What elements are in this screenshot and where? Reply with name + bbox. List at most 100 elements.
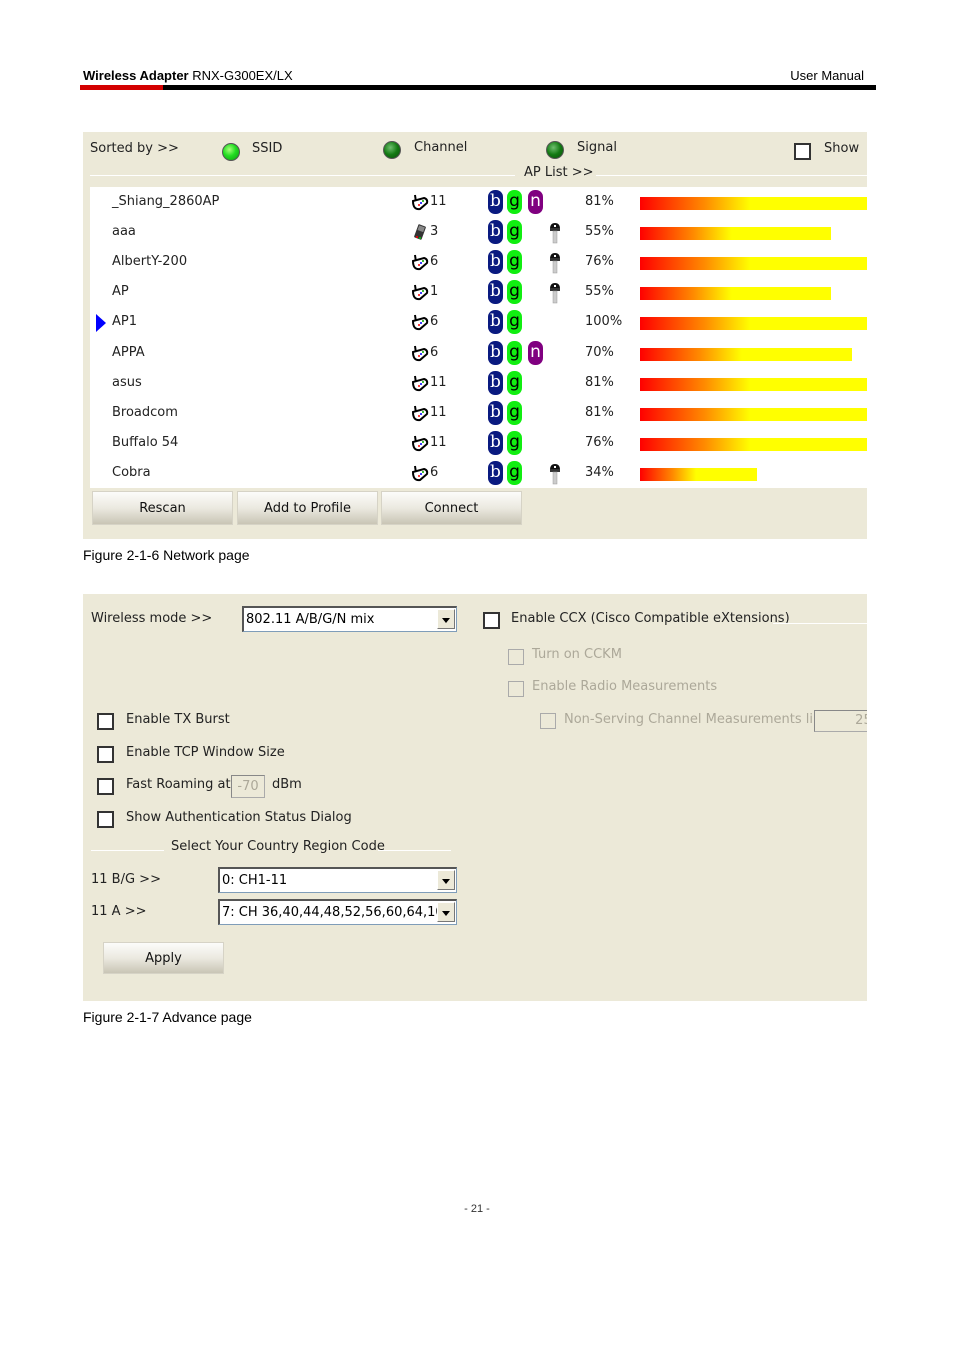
turn-on-cckm-checkbox[interactable]: [508, 649, 524, 665]
fast-roaming-unit: dBm: [272, 777, 302, 792]
wireless-mode-label: Wireless mode >>: [91, 611, 213, 626]
router-icon: [411, 194, 429, 211]
key-icon: [550, 463, 560, 485]
non-serving-limit-input[interactable]: 250: [814, 710, 867, 732]
sort-ssid-radio[interactable]: [222, 143, 240, 161]
auth-status-checkbox[interactable]: [97, 811, 114, 828]
bg-region-label: 11 B/G >>: [91, 872, 161, 887]
header-accent: [80, 85, 163, 90]
sort-ssid-label: SSID: [252, 141, 283, 156]
mode-n-icon: n: [528, 340, 543, 365]
sorted-by-label: Sorted by >>: [90, 141, 179, 156]
radio-measurements-checkbox[interactable]: [508, 681, 524, 697]
ap-list-divider-right: [596, 175, 867, 176]
product-name: Wireless Adapter: [83, 68, 189, 83]
ap-signal-percent: 81%: [585, 404, 614, 420]
chevron-down-icon[interactable]: [437, 609, 455, 629]
ap-list-row[interactable]: asus 11 b g 81%: [90, 368, 867, 398]
chevron-down-icon[interactable]: [437, 902, 455, 922]
mode-b-icon: b: [488, 250, 503, 275]
mode-b-icon: b: [488, 190, 503, 214]
ap-channel: 6: [430, 344, 439, 360]
add-to-profile-button[interactable]: Add to Profile: [237, 491, 378, 525]
header-rule: [80, 85, 876, 90]
signal-strength-bar: [640, 317, 867, 331]
doc-type: User Manual: [790, 68, 864, 83]
ap-list-row[interactable]: Broadcom 11 b g 81%: [90, 398, 867, 428]
ap-list-row[interactable]: aaa 3 b g 55%: [90, 217, 867, 247]
a-region-label: 11 A >>: [91, 904, 147, 919]
mode-g-icon: g: [507, 340, 522, 365]
ap-channel: 11: [430, 374, 447, 390]
router-icon: [411, 285, 429, 301]
ap-signal-percent: 81%: [585, 194, 614, 209]
mode-g-icon: g: [507, 430, 522, 455]
ap-list-row[interactable]: Cobra 6 b g 34%: [90, 458, 867, 488]
rescan-button[interactable]: Rescan: [92, 491, 233, 525]
region-divider-left: [91, 850, 164, 851]
mode-b-icon: b: [488, 400, 503, 425]
advance-page-panel: Wireless mode >> 802.11 A/B/G/N mix Enab…: [83, 594, 867, 1001]
router-icon: [411, 405, 429, 421]
ap-ssid: AP1: [112, 314, 138, 330]
ap-ssid: Buffalo 54: [112, 434, 179, 450]
tx-burst-checkbox[interactable]: [97, 713, 114, 730]
chevron-down-icon[interactable]: [437, 870, 455, 890]
ccx-divider: [773, 623, 867, 624]
tcp-window-checkbox[interactable]: [97, 746, 114, 763]
ap-ssid: Cobra: [112, 464, 151, 480]
ap-ssid: _Shiang_2860AP: [112, 194, 220, 209]
mode-b-icon: b: [488, 340, 503, 365]
signal-strength-bar: [640, 437, 867, 451]
a-region-select[interactable]: 7: CH 36,40,44,48,52,56,60,64,100: [218, 899, 457, 925]
signal-strength-bar: [640, 227, 831, 241]
ap-ssid: asus: [112, 374, 142, 390]
ap-signal-percent: 55%: [585, 284, 614, 300]
network-page-panel: Sorted by >> SSID Channel Signal Show AP…: [83, 132, 867, 539]
wireless-mode-value: 802.11 A/B/G/N mix: [246, 612, 375, 627]
mode-b-icon: b: [488, 370, 503, 395]
ap-list[interactable]: _Shiang_2860AP 11 b g n 81% aaa 3 b g 55% AlbertY-2…: [90, 187, 867, 488]
router-icon: [411, 345, 429, 361]
signal-strength-bar: [640, 467, 757, 481]
region-heading: Select Your Country Region Code: [171, 839, 385, 854]
auth-status-label: Show Authentication Status Dialog: [126, 810, 352, 825]
key-icon: [550, 223, 560, 244]
ap-list-label: AP List >>: [524, 165, 594, 180]
ap-channel: 6: [430, 254, 439, 270]
mode-g-icon: g: [507, 220, 522, 245]
connect-button[interactable]: Connect: [381, 491, 522, 525]
ap-list-row[interactable]: Buffalo 54 11 b g 76%: [90, 428, 867, 458]
mode-b-icon: b: [488, 280, 503, 305]
ap-list-row[interactable]: _Shiang_2860AP 11 b g n 81%: [90, 187, 867, 217]
key-icon: [550, 253, 560, 274]
non-serving-checkbox[interactable]: [540, 713, 556, 729]
fast-roaming-checkbox[interactable]: [97, 778, 114, 795]
sort-channel-radio[interactable]: [383, 141, 401, 159]
ap-signal-percent: 100%: [585, 314, 623, 330]
ap-list-row[interactable]: AP 1 b g 55%: [90, 277, 867, 307]
show-checkbox[interactable]: [794, 143, 811, 160]
mode-n-icon: n: [528, 190, 543, 214]
wireless-mode-select[interactable]: 802.11 A/B/G/N mix: [242, 606, 457, 632]
fast-roaming-input[interactable]: -70: [231, 775, 265, 798]
sort-signal-radio[interactable]: [546, 141, 564, 159]
router-icon: [411, 315, 429, 331]
ap-list-row[interactable]: AP1 6 b g 100%: [90, 307, 867, 337]
doc-header-title: Wireless Adapter RNX-G300EX/LX: [83, 68, 293, 83]
region-divider-right: [378, 850, 451, 851]
ap-ssid: Broadcom: [112, 404, 178, 420]
ap-ssid: AP: [112, 284, 129, 300]
bg-region-select[interactable]: 0: CH1-11: [218, 867, 457, 893]
ap-channel: 6: [430, 314, 439, 330]
non-serving-label: Non-Serving Channel Measurements limit: [564, 712, 835, 727]
signal-strength-bar: [640, 197, 867, 210]
apply-button[interactable]: Apply: [103, 942, 224, 974]
ap-list-row[interactable]: AlbertY-200 6 b g 76%: [90, 247, 867, 277]
ap-list-row[interactable]: APPA 6 b g n 70%: [90, 338, 867, 368]
radio-measurements-label: Enable Radio Measurements: [532, 679, 718, 694]
ap-signal-percent: 70%: [585, 344, 614, 360]
selected-arrow-icon: [96, 314, 106, 333]
signal-strength-bar: [640, 347, 852, 361]
enable-ccx-checkbox[interactable]: [483, 612, 500, 629]
